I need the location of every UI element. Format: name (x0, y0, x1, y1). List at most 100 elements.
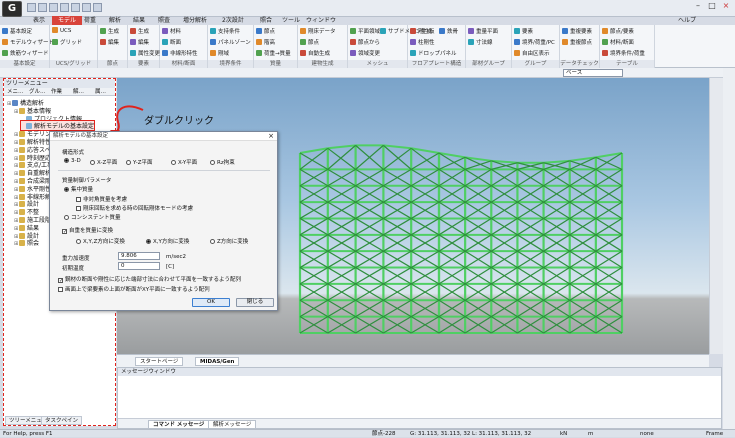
redo-icon[interactable] (82, 3, 91, 12)
tree-tab-4[interactable]: 属… (93, 88, 108, 96)
menu-tab-4[interactable]: 結果 (127, 16, 151, 25)
structure-option-3[interactable]: X-Y平面 (171, 158, 197, 166)
ribbon-item-7-0[interactable]: 剛床データ (300, 27, 336, 35)
radio-lumped[interactable] (64, 187, 69, 192)
mass-option-lumped[interactable]: 集中質量 (64, 185, 93, 193)
new-file-icon[interactable] (27, 3, 36, 12)
ribbon-item-11-2[interactable]: 自由区表示 (514, 49, 550, 57)
checkbox-convert[interactable]: ✓ (62, 229, 67, 235)
ribbon-item-2-1[interactable]: 編集 (100, 38, 119, 46)
radio-convert-2[interactable] (210, 239, 215, 244)
tree-node-18[interactable]: ⊞ 照会 (14, 238, 39, 247)
viewport-scrollbar[interactable] (709, 78, 723, 354)
ribbon-item-0-1[interactable]: モデルウィザード (2, 38, 54, 46)
ribbon-item-1-1[interactable]: グリッド (52, 38, 82, 46)
tree-tab-1[interactable]: グル… (27, 88, 48, 96)
ribbon-item-8-1[interactable]: 節点から (350, 38, 380, 46)
checkbox-option-1[interactable]: ✓ (58, 278, 63, 284)
menu-tab-8[interactable]: 照合 (254, 16, 278, 25)
ok-button[interactable]: OK (192, 298, 230, 307)
tree-tab-3[interactable]: 解… (71, 88, 86, 96)
check-offdiag[interactable]: 非対角質量を考慮 (76, 195, 127, 203)
dialog-close-icon[interactable]: × (266, 132, 276, 141)
app-logo[interactable]: G (2, 1, 22, 17)
radio-structure-4[interactable] (210, 160, 215, 165)
ribbon-item-4-0[interactable]: 材料 (162, 27, 181, 35)
radio-structure-1[interactable] (90, 160, 95, 165)
gravity-input[interactable]: 9.806 (118, 252, 160, 260)
ribbon-item-9-1[interactable]: 柱剛性 (410, 38, 435, 46)
ribbon-item-7-1[interactable]: 節点 (300, 38, 319, 46)
ribbon-item-6-0[interactable]: 節点 (256, 27, 275, 35)
structure-option-1[interactable]: X-Z平面 (90, 158, 117, 166)
save-icon[interactable] (49, 3, 58, 12)
ribbon-item-13-1[interactable]: 材料/断面 (602, 38, 634, 46)
ribbon-item-9-0[interactable]: 剛性板 (410, 27, 435, 35)
ribbon-item-12-1[interactable]: 重複節点 (562, 38, 592, 46)
ribbon-item-8-0[interactable]: 平面領域 (350, 27, 380, 35)
ribbon-item-0-2[interactable]: 鉄筋ウィザード (2, 49, 49, 57)
ribbon-item-7-2[interactable]: 自動生成 (300, 49, 330, 57)
tab-analysis-message[interactable]: 解析メッセージ (208, 420, 257, 429)
view-select[interactable]: ベース (563, 69, 623, 77)
ribbon-item-3-1[interactable]: 編集 (130, 38, 149, 46)
ribbon-item-8-2[interactable]: 領域変更 (350, 49, 380, 57)
initial-temp-input[interactable]: 0 (118, 262, 160, 270)
ribbon-item-1-0[interactable]: UCS (52, 27, 71, 34)
structure-option-2[interactable]: Y-Z平面 (126, 158, 152, 166)
structure-option-0[interactable]: 3-D (64, 158, 81, 164)
ribbon-item-13-0[interactable]: 節点/要素 (602, 27, 634, 35)
ribbon-item-10-1[interactable]: 寸法線 (468, 38, 493, 46)
tree-bottom-tab-1[interactable]: タスクペイン (41, 416, 83, 425)
ribbon-item-5-0[interactable]: 支持条件 (210, 27, 240, 35)
checkbox-offdiag[interactable] (76, 197, 81, 202)
minimize-button[interactable]: – (691, 1, 705, 12)
menu-tab-10[interactable]: ウィンドウ (300, 16, 342, 25)
radio-consistent[interactable] (64, 215, 69, 220)
option-check-1[interactable]: ✓ 鋼材の断面や剛性に応じた端部寸法に合わせて平面を一致するよう配列 (58, 275, 241, 284)
ribbon-item-6-2[interactable]: 荷重→質量 (256, 49, 291, 57)
checkbox-rotational[interactable] (76, 206, 81, 211)
help-menu[interactable]: ヘルプ (672, 16, 702, 25)
structure-option-4[interactable]: Rz拘束 (210, 158, 235, 166)
ribbon-item-4-1[interactable]: 断面 (162, 38, 181, 46)
checkbox-option-2[interactable] (58, 287, 63, 292)
menu-tab-6[interactable]: 増分解析 (177, 16, 213, 25)
ribbon-item-3-0[interactable]: 生成 (130, 27, 149, 35)
ribbon-item-4-2[interactable]: 非線形特性 (162, 49, 198, 57)
undo-icon[interactable] (71, 3, 80, 12)
convert-selfweight-check[interactable]: ✓ 自重を質量に変換 (62, 226, 113, 235)
close-button[interactable]: 閉じる (236, 298, 274, 307)
ribbon-item-5-2[interactable]: 剛域 (210, 49, 229, 57)
ribbon-item-0-0[interactable]: 基本設定 (2, 27, 32, 35)
menu-tab-3[interactable]: 解析 (103, 16, 127, 25)
tree-tab-2[interactable]: 作業 (49, 88, 64, 96)
print-icon[interactable] (60, 3, 69, 12)
convert-option-1[interactable]: X,Y方向に変換 (146, 237, 189, 245)
radio-convert-1[interactable] (146, 239, 151, 244)
menu-tab-7[interactable]: 2次設計 (216, 16, 250, 25)
convert-option-2[interactable]: Z方向に変換 (210, 237, 248, 245)
menu-tab-2[interactable]: 荷重 (78, 16, 102, 25)
option-check-2[interactable]: 画面上で梁要素の上面が断面がXY平面に一致するよう配列 (58, 285, 210, 293)
open-file-icon[interactable] (38, 3, 47, 12)
ribbon-item-5-1[interactable]: パネルゾーン (210, 38, 251, 46)
ribbon-item-13-2[interactable]: 境界条件/荷重 (602, 49, 645, 57)
radio-convert-0[interactable] (76, 239, 81, 244)
ribbon-item-11-1[interactable]: 境界/荷重/PC (514, 38, 555, 46)
radio-structure-3[interactable] (171, 160, 176, 165)
ribbon-item-3-2[interactable]: 属性変更 (130, 49, 160, 57)
ribbon-item-2-0[interactable]: 生成 (100, 27, 119, 35)
quick-access-dropdown-icon[interactable] (93, 3, 102, 12)
menu-tab-0[interactable]: 表示 (27, 16, 51, 25)
ribbon-item-9-2[interactable]: ドロップパネル (410, 49, 457, 57)
close-window-button[interactable]: × (719, 1, 733, 12)
ribbon-item-9-3[interactable]: 鉄骨 (439, 27, 458, 35)
tab-start-page[interactable]: スタートページ (135, 357, 184, 366)
tree-tab-0[interactable]: メニ… (5, 88, 26, 96)
tab-midas-gen[interactable]: MIDAS/Gen (195, 357, 240, 366)
mass-option-consistent[interactable]: コンシステント質量 (64, 213, 121, 221)
radio-structure-2[interactable] (126, 160, 131, 165)
convert-option-0[interactable]: X,Y,Z方向に変換 (76, 237, 125, 245)
ribbon-item-6-1[interactable]: 階高 (256, 38, 275, 46)
